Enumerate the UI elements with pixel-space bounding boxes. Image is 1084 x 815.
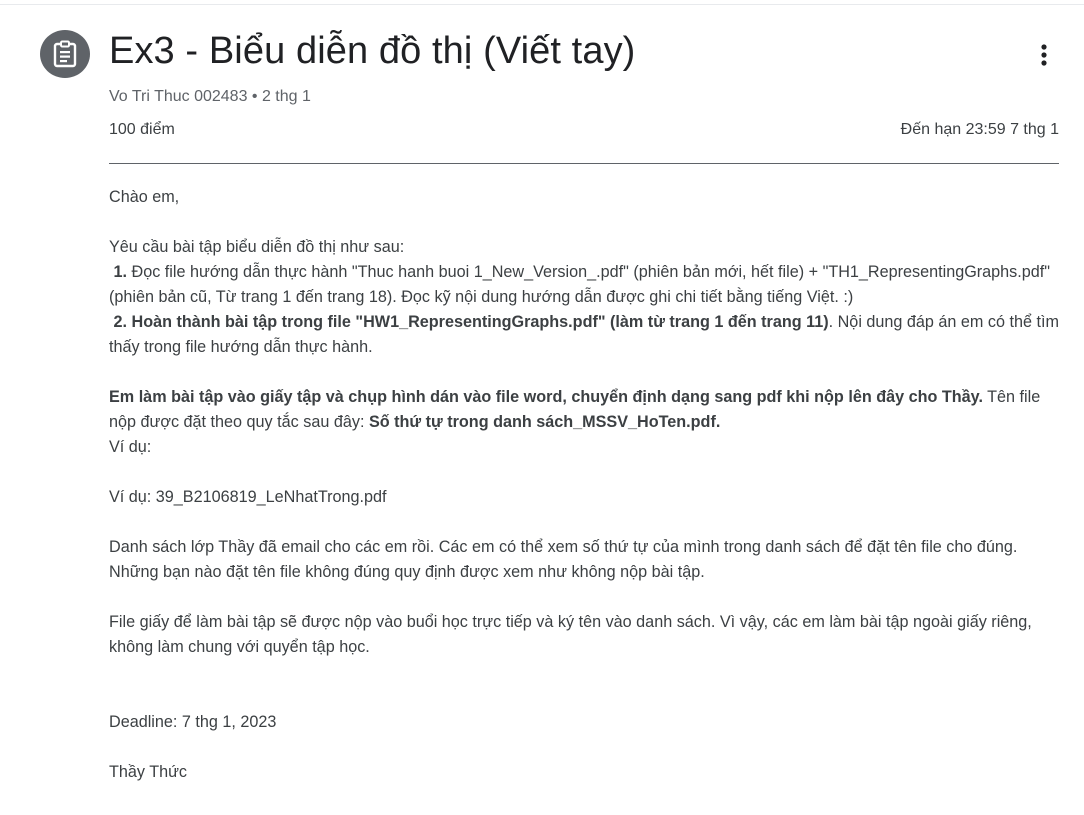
signature: Thầy Thức xyxy=(109,763,188,781)
more-options-button[interactable] xyxy=(1026,37,1062,73)
page-title: Ex3 - Biểu diễn đồ thị (Viết tay) xyxy=(109,30,636,72)
example-label: Ví dụ: xyxy=(109,438,152,456)
paper-submission-note: File giấy để làm bài tập sẽ được nộp vào… xyxy=(109,613,1032,656)
author-date: Vo Tri Thuc 002483 • 2 thg 1 xyxy=(109,88,311,105)
instructions: Em làm bài tập vào giấy tập và chụp hình… xyxy=(109,385,1064,435)
instructions-bold: Em làm bài tập vào giấy tập và chụp hình… xyxy=(109,388,983,406)
step-2: 2. Hoàn thành bài tập trong file "HW1_Re… xyxy=(109,310,1064,360)
top-divider xyxy=(0,4,1084,5)
step-1-number: 1. xyxy=(113,263,128,281)
class-list-note: Danh sách lớp Thầy đã email cho các em r… xyxy=(109,538,1018,581)
step-1: 1. Đọc file hướng dẫn thực hành "Thuc ha… xyxy=(109,260,1064,310)
assignment-icon xyxy=(40,30,90,78)
points-label: 100 điểm xyxy=(109,121,175,138)
example-value: Ví dụ: 39_B2106819_LeNhatTrong.pdf xyxy=(109,488,387,506)
intro-text: Yêu cầu bài tập biểu diễn đồ thị như sau… xyxy=(109,238,405,256)
step-1-text: Đọc file hướng dẫn thực hành "Thuc hanh … xyxy=(109,263,1051,306)
due-date: Đến hạn 23:59 7 thg 1 xyxy=(900,121,1059,138)
deadline-text: Deadline: 7 thg 1, 2023 xyxy=(109,713,277,731)
assignment-description: Chào em, Yêu cầu bài tập biểu diễn đồ th… xyxy=(109,185,1064,785)
more-vert-icon xyxy=(1041,44,1047,66)
header-divider xyxy=(109,163,1059,164)
greeting: Chào em, xyxy=(109,188,180,206)
filename-rule: Số thứ tự trong danh sách_MSSV_HoTen.pdf… xyxy=(368,413,721,431)
step-2-bold: 2. Hoàn thành bài tập trong file "HW1_Re… xyxy=(113,313,829,331)
